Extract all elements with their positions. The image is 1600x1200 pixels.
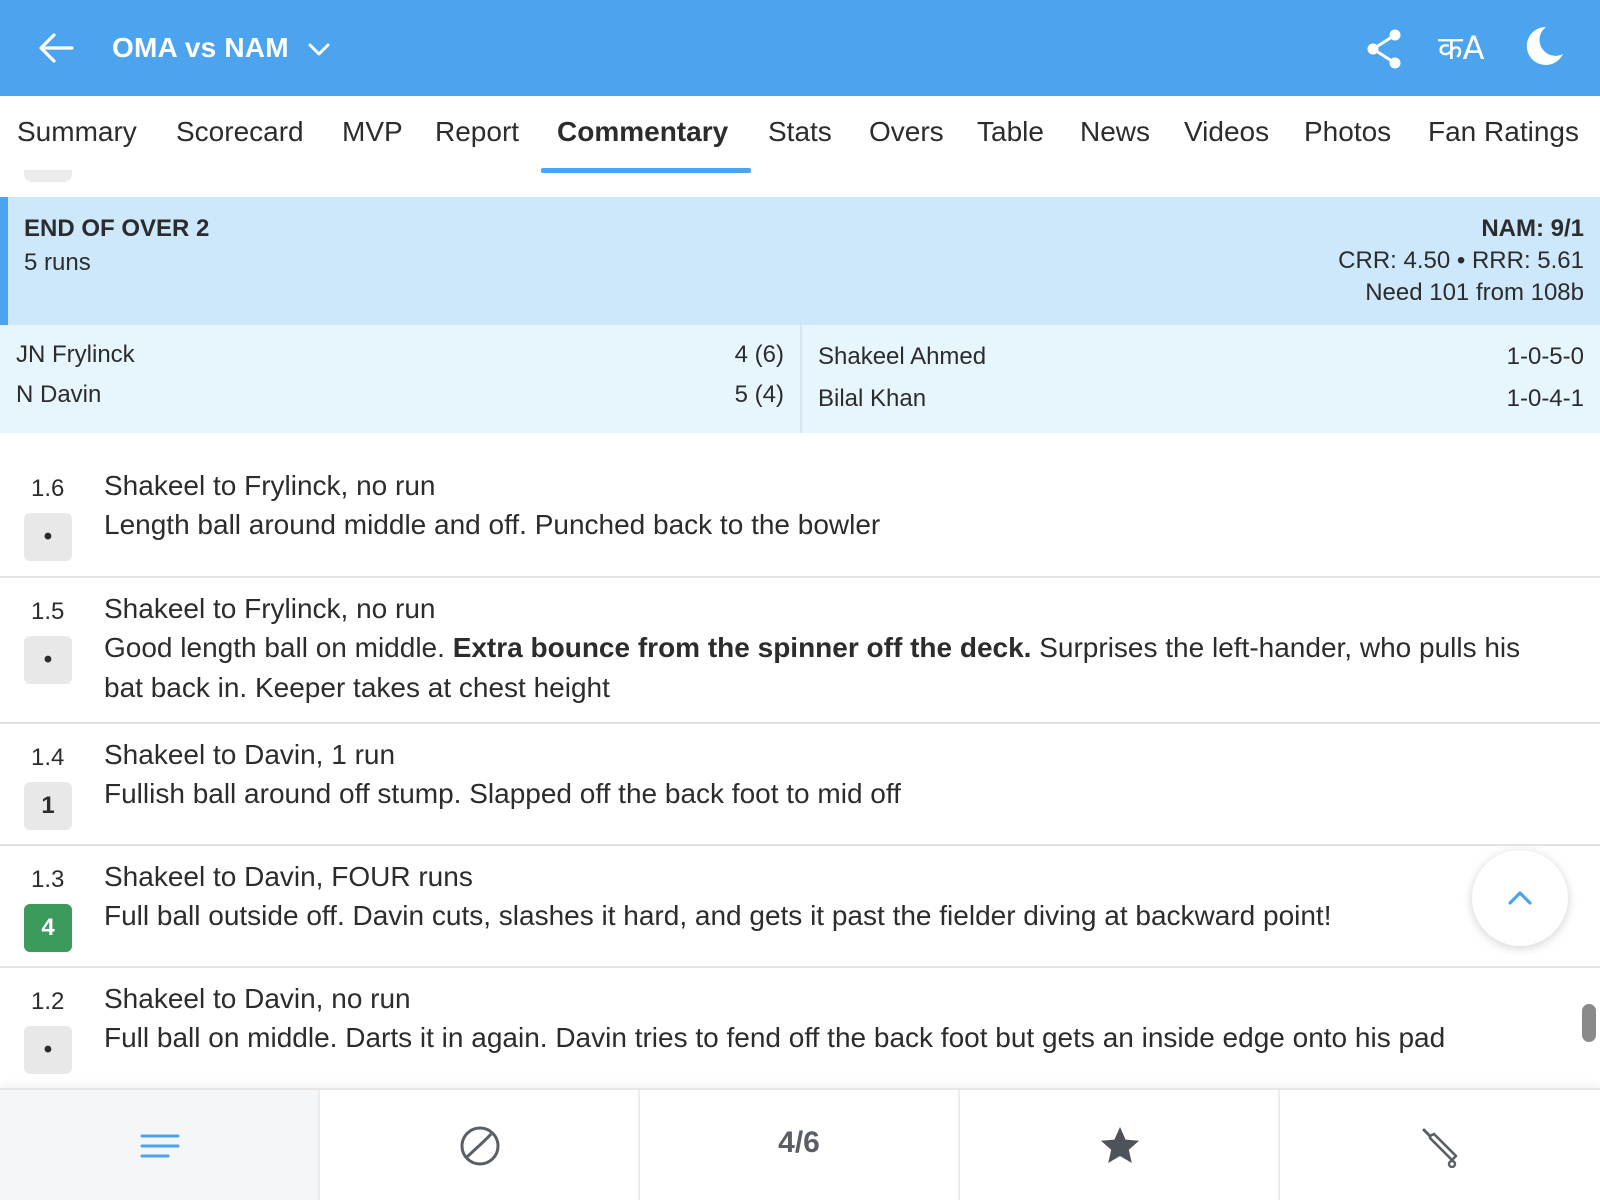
team-score: NAM: 9/1	[1481, 215, 1584, 242]
tab-overs[interactable]: Overs	[869, 114, 944, 150]
accent-bar	[0, 197, 8, 325]
commentary-heading: Shakeel to Frylinck, no run	[104, 593, 436, 624]
over-number: 1.5	[31, 598, 65, 625]
cricket-bat-icon	[1422, 1128, 1458, 1168]
tab-stats[interactable]: Stats	[768, 114, 832, 150]
bowler-name: Bilal Khan	[818, 385, 927, 412]
target-need: Need 101 from 108b	[1365, 279, 1584, 306]
ball-result-badge: •	[24, 513, 72, 561]
tab-summary[interactable]: Summary	[17, 114, 137, 150]
commentary-text: Full ball outside off. Davin cuts, slash…	[104, 900, 1332, 931]
commentary-heading: Shakeel to Davin, no run	[104, 983, 411, 1014]
over-number: 1.6	[31, 475, 65, 502]
commentary-item: 1.6 • Shakeel to Frylinck, no run Length…	[0, 433, 1600, 578]
commentary-text: Length ball around middle and off. Punch…	[104, 509, 881, 540]
ball-counter: 4/6	[778, 1126, 820, 1159]
commentary-heading: Shakeel to Davin, 1 run	[104, 739, 396, 770]
bottom-nav-favorites[interactable]	[960, 1090, 1280, 1200]
star-icon	[1101, 1127, 1139, 1163]
bottom-nav-live[interactable]	[320, 1090, 640, 1200]
back-arrow-icon[interactable]	[36, 28, 76, 68]
bowler-figures: 1-0-4-1	[1506, 385, 1584, 412]
column-divider	[800, 325, 802, 433]
run-rates: CRR: 4.50 • RRR: 5.61	[1338, 247, 1584, 274]
scroll-to-top-button[interactable]	[1472, 850, 1568, 946]
over-runs: 5 runs	[24, 249, 91, 276]
app-header: OMA vs NAM कA	[0, 0, 1600, 96]
over-number: 1.4	[31, 744, 65, 771]
tab-photos[interactable]: Photos	[1304, 114, 1391, 150]
ball-result-badge: •	[24, 636, 72, 684]
bottom-navigation: 4/6	[0, 1088, 1600, 1200]
commentary-text: Full ball on middle. Darts it in again. …	[104, 1022, 1446, 1053]
end-of-over-summary: END OF OVER 2 5 runs NAM: 9/1 CRR: 4.50 …	[0, 197, 1600, 325]
bottom-nav-ball-counter[interactable]: 4/6	[640, 1090, 960, 1200]
commentary-text: Fullish ball around off stump. Slapped o…	[104, 778, 901, 809]
match-tabs: Summary Scorecard MVP Report Commentary …	[0, 96, 1600, 176]
tab-videos[interactable]: Videos	[1184, 114, 1269, 150]
commentary-text: Good length ball on middle. Extra bounce…	[104, 632, 1521, 703]
tab-table[interactable]: Table	[977, 114, 1044, 150]
partial-ball-badge	[24, 170, 72, 182]
commentary-item: 1.3 4 Shakeel to Davin, FOUR runs Full b…	[0, 846, 1600, 968]
tab-fan-ratings[interactable]: Fan Ratings	[1428, 114, 1579, 150]
tab-commentary[interactable]: Commentary	[557, 114, 728, 150]
bowler-name: Shakeel Ahmed	[818, 343, 987, 370]
batter-stat: 4 (6)	[734, 341, 784, 368]
share-icon[interactable]	[1364, 28, 1404, 70]
tab-report[interactable]: Report	[435, 114, 519, 150]
bottom-nav-commentary[interactable]	[0, 1090, 320, 1200]
commentary-heading: Shakeel to Davin, FOUR runs	[104, 861, 473, 892]
over-title: END OF OVER 2	[24, 215, 210, 242]
commentary-item: 1.5 • Shakeel to Frylinck, no run Good l…	[0, 578, 1600, 724]
tab-news[interactable]: News	[1080, 114, 1150, 150]
active-tab-indicator	[541, 168, 751, 173]
ball-result-badge: •	[24, 1026, 72, 1074]
tab-scorecard[interactable]: Scorecard	[176, 114, 304, 150]
chevron-up-icon	[1508, 891, 1532, 905]
commentary-item: 1.2 • Shakeel to Davin, no run Full ball…	[0, 968, 1600, 1088]
scrollbar-thumb[interactable]	[1582, 1004, 1596, 1042]
ball-result-badge-four: 4	[24, 904, 72, 952]
ball-result-badge: 1	[24, 782, 72, 830]
over-number: 1.2	[31, 988, 65, 1015]
bowler-figures: 1-0-5-0	[1506, 343, 1584, 370]
dark-mode-moon-icon[interactable]	[1522, 24, 1566, 68]
chevron-down-icon[interactable]	[306, 36, 332, 62]
menu-lines-icon	[140, 1134, 180, 1158]
players-summary: JN Frylinck 4 (6) N Davin 5 (4) Shakeel …	[0, 325, 1600, 433]
language-toggle-icon[interactable]: कA	[1438, 26, 1484, 70]
match-title[interactable]: OMA vs NAM	[112, 26, 289, 70]
bottom-nav-batting[interactable]	[1280, 1090, 1600, 1200]
commentary-heading: Shakeel to Frylinck, no run	[104, 470, 436, 501]
over-number: 1.3	[31, 866, 65, 893]
batter-stat: 5 (4)	[734, 381, 784, 408]
tab-mvp[interactable]: MVP	[342, 114, 403, 150]
ball-icon	[460, 1126, 500, 1166]
batter-name: N Davin	[16, 381, 102, 408]
batter-name: JN Frylinck	[16, 341, 135, 368]
commentary-item: 1.4 1 Shakeel to Davin, 1 run Fullish ba…	[0, 724, 1600, 846]
